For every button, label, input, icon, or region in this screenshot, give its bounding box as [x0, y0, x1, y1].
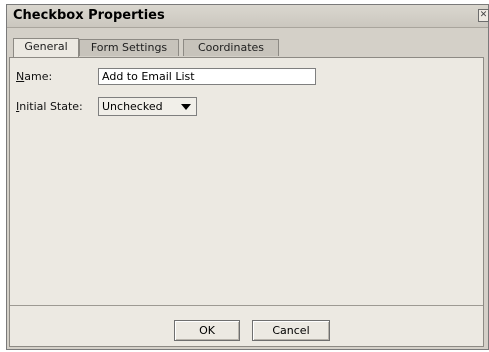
ok-button[interactable]: OK	[174, 320, 240, 341]
chevron-down-icon	[181, 104, 191, 110]
initial-state-select[interactable]: Unchecked	[98, 97, 197, 116]
name-field[interactable]: Add to Email List	[98, 68, 316, 85]
initial-state-value: Unchecked	[102, 100, 163, 113]
divider	[10, 305, 483, 306]
cancel-button[interactable]: Cancel	[252, 320, 330, 341]
title-bar[interactable]: Checkbox Properties ✕	[7, 5, 489, 28]
close-icon[interactable]: ✕	[478, 9, 489, 22]
checkbox-properties-dialog: Checkbox Properties ✕ General Form Setti…	[6, 4, 489, 350]
general-panel: Name: Add to Email List Initial State: U…	[9, 57, 484, 347]
tab-general[interactable]: General	[13, 38, 79, 57]
initial-state-label: Initial State:	[16, 100, 83, 113]
name-label: Name:	[16, 70, 53, 83]
window-title: Checkbox Properties	[13, 8, 165, 23]
tab-coordinates[interactable]: Coordinates	[183, 39, 279, 56]
tab-form-settings[interactable]: Form Settings	[79, 39, 179, 56]
